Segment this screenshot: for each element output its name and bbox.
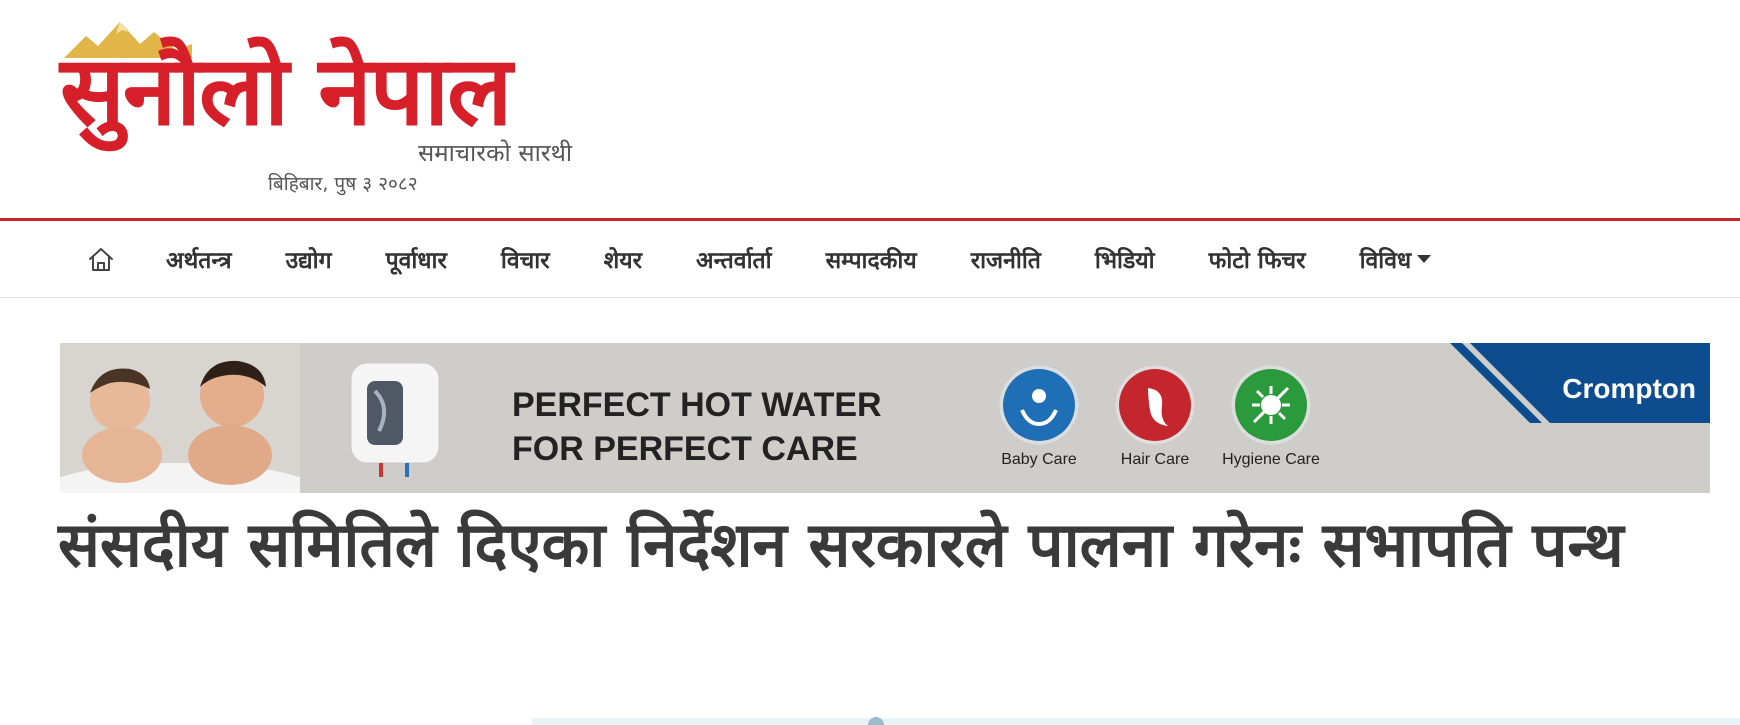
- hair-care-label: Hair Care: [1120, 451, 1190, 468]
- site-logo[interactable]: सुनौलो नेपाल समाचारको सारथी बिहिबार, पुष…: [60, 18, 620, 198]
- ad-kids-image: [60, 343, 300, 493]
- nav-item-economy[interactable]: अर्थतन्त्र: [166, 243, 232, 275]
- nav-home[interactable]: [84, 242, 118, 276]
- current-date: बिहिबार, पुष ३ २०८२: [268, 173, 418, 195]
- nav-item-opinion[interactable]: विचार: [501, 243, 550, 275]
- article-image-top: [532, 718, 1740, 725]
- nav-item-photo-feature[interactable]: फोटो फिचर: [1209, 243, 1306, 275]
- ad-feature-hair-care: Hair Care: [1095, 365, 1215, 469]
- ad-feature-baby-care: Baby Care: [979, 365, 1099, 469]
- hygiene-care-label: Hygiene Care: [1222, 451, 1320, 468]
- baby-care-icon: [999, 365, 1079, 445]
- nav-list: अर्थतन्त्र उद्योग पूर्वाधार विचार शेयर अ…: [84, 221, 1485, 297]
- nav-item-editorial[interactable]: सम्पादकीय: [826, 243, 917, 275]
- nav-item-misc-label: विविध: [1359, 248, 1412, 274]
- nav-item-politics[interactable]: राजनीति: [971, 243, 1041, 275]
- nav-item-video[interactable]: भिडियो: [1095, 243, 1155, 275]
- home-icon: [89, 248, 113, 271]
- logo-title: सुनौलो नेपाल: [60, 35, 512, 147]
- nav-item-industry[interactable]: उद्योग: [286, 243, 332, 275]
- site-header: सुनौलो नेपाल समाचारको सारथी बिहिबार, पुष…: [0, 0, 1740, 220]
- ad-water-heater-image: [350, 362, 440, 477]
- ad-headline: PERFECT HOT WATER FOR PERFECT CARE: [512, 383, 882, 471]
- ad-headline-line-1: PERFECT HOT WATER: [512, 386, 882, 424]
- ad-headline-line-2: FOR PERFECT CARE: [512, 430, 858, 468]
- nav-item-infrastructure[interactable]: पूर्वाधार: [386, 243, 447, 275]
- hair-care-icon: [1115, 365, 1195, 445]
- nav-item-interview[interactable]: अन्तर्वार्ता: [696, 243, 772, 275]
- ad-brand-name: Crompton: [1562, 373, 1696, 404]
- advertisement-banner[interactable]: PERFECT HOT WATER FOR PERFECT CARE Baby …: [60, 343, 1710, 493]
- article-title: संसदीय समितिले दिएका निर्देशन सरकारले पा…: [58, 508, 1624, 581]
- ad-feature-hygiene-care: Hygiene Care: [1211, 365, 1331, 469]
- baby-care-label: Baby Care: [1001, 451, 1077, 468]
- nav-item-misc-dropdown[interactable]: विविध: [1360, 243, 1432, 275]
- nav-item-share[interactable]: शेयर: [604, 243, 642, 275]
- hygiene-care-icon: [1231, 365, 1311, 445]
- logo-tagline: समाचारको सारथी: [418, 139, 573, 167]
- chevron-down-icon: [1417, 255, 1432, 263]
- main-nav: अर्थतन्त्र उद्योग पूर्वाधार विचार शेयर अ…: [0, 221, 1740, 298]
